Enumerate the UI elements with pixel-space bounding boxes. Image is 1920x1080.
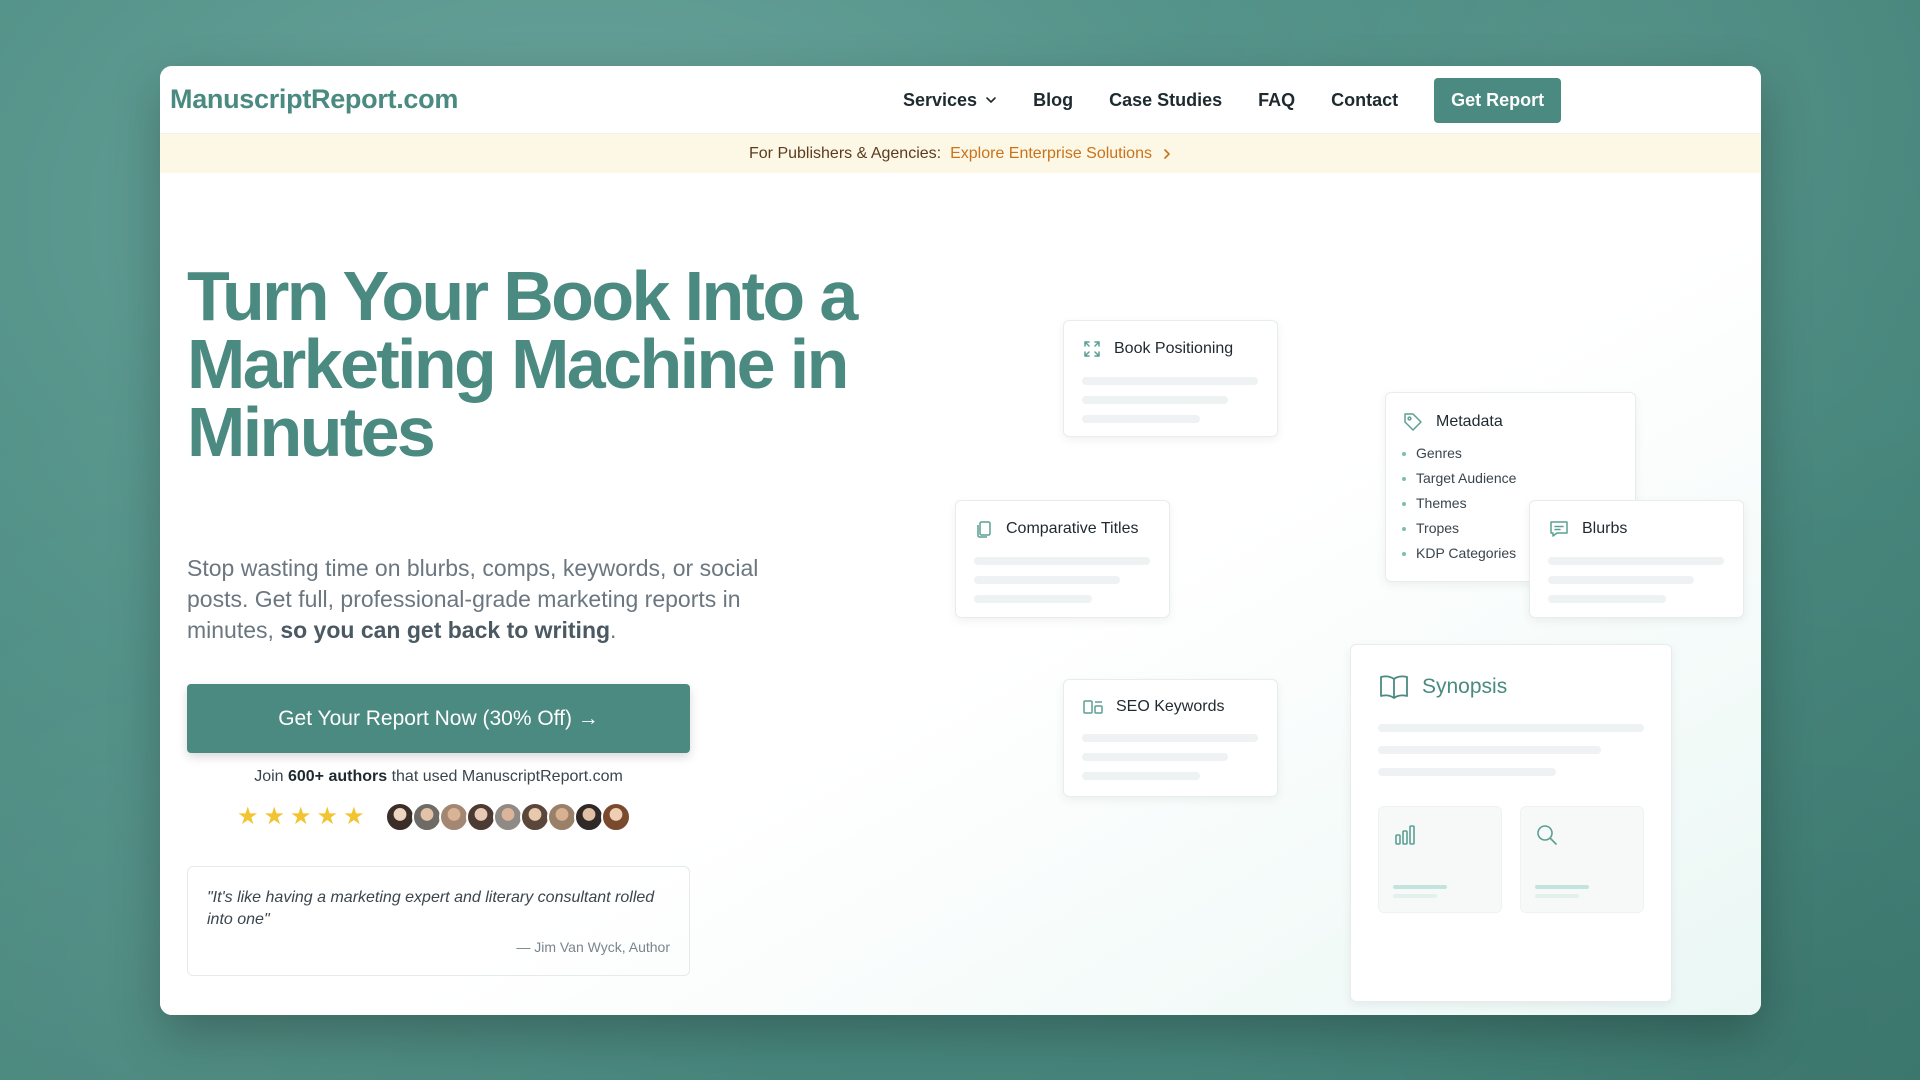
book-positioning-header: Book Positioning <box>1082 339 1259 359</box>
placeholder-line <box>1082 415 1200 423</box>
hero-subtext-end: . <box>610 617 617 643</box>
enterprise-banner: For Publishers & Agencies: Explore Enter… <box>160 134 1761 173</box>
hero-section: Turn Your Book Into a Marketing Machine … <box>160 173 1761 1015</box>
enterprise-solutions-link[interactable]: Explore Enterprise Solutions <box>950 145 1172 163</box>
avatar <box>574 802 604 832</box>
synopsis-header: Synopsis <box>1378 673 1644 701</box>
placeholder-line <box>1548 557 1724 565</box>
placeholder-line <box>1548 576 1694 584</box>
placeholder-line <box>1082 377 1258 385</box>
book-positioning-card: Book Positioning <box>1063 320 1278 437</box>
star-icon: ★ <box>343 803 365 830</box>
author-avatars <box>385 802 631 832</box>
testimonial-author: — Jim Van Wyck, Author <box>516 939 670 955</box>
tag-icon <box>1404 413 1422 431</box>
join-suffix: that used ManuscriptReport.com <box>387 768 623 785</box>
placeholder-bar <box>1535 885 1589 889</box>
get-your-report-button[interactable]: Get Your Report Now (30% Off) → <box>187 684 690 753</box>
copy-icon <box>977 521 991 538</box>
metadata-item: Target Audience <box>1402 466 1619 491</box>
join-count: 600+ authors <box>287 768 388 785</box>
placeholder-line <box>1082 396 1228 404</box>
layout-icon <box>1083 700 1103 714</box>
metadata-header: Metadata <box>1402 411 1619 433</box>
blurbs-title: Blurbs <box>1582 520 1628 537</box>
nav-blog[interactable]: Blog <box>1033 90 1073 111</box>
avatar <box>412 802 442 832</box>
browser-window: ManuscriptReport.com Services Blog Case … <box>160 66 1761 1015</box>
hero-subtext: Stop wasting time on blurbs, comps, keyw… <box>187 553 797 646</box>
synopsis-card: Synopsis <box>1350 644 1672 1002</box>
nav-links: Services Blog Case Studies FAQ Contact G… <box>903 66 1562 134</box>
comparative-titles-header: Comparative Titles <box>974 519 1151 539</box>
nav-services[interactable]: Services <box>903 90 997 111</box>
testimonial-card: "It's like having a marketing expert and… <box>187 866 690 976</box>
nav-services-label: Services <box>903 89 978 110</box>
metadata-title: Metadata <box>1436 413 1503 430</box>
star-icon: ★ <box>290 803 312 830</box>
nav-contact[interactable]: Contact <box>1331 90 1398 111</box>
avatar <box>493 802 523 832</box>
avatar <box>439 802 469 832</box>
top-navigation: ManuscriptReport.com Services Blog Case … <box>160 66 1761 134</box>
banner-prefix: For Publishers & Agencies: <box>749 144 942 162</box>
chevron-right-icon <box>1164 148 1170 159</box>
placeholder-bar <box>1393 885 1447 889</box>
synopsis-tile-chart <box>1378 806 1502 913</box>
star-icon: ★ <box>316 803 339 830</box>
get-report-button[interactable]: Get Report <box>1434 77 1562 123</box>
nav-faq[interactable]: FAQ <box>1258 90 1295 111</box>
banner-link-label: Explore Enterprise Solutions <box>950 144 1152 162</box>
book-positioning-title: Book Positioning <box>1114 340 1234 357</box>
placeholder-bar <box>1393 894 1437 898</box>
avatar <box>601 802 631 832</box>
nav-case-studies[interactable]: Case Studies <box>1109 90 1222 111</box>
bar-chart-icon <box>1395 825 1415 845</box>
expand-icon <box>1084 341 1100 357</box>
placeholder-line <box>1082 753 1228 761</box>
avatar <box>466 802 496 832</box>
site-logo[interactable]: ManuscriptReport.com <box>170 84 458 115</box>
chevron-down-icon <box>986 97 996 103</box>
join-prefix: Join <box>254 768 288 785</box>
message-icon <box>1550 521 1568 537</box>
placeholder-line <box>1082 734 1258 742</box>
comparative-titles-title: Comparative Titles <box>1006 520 1139 537</box>
open-book-icon <box>1380 675 1408 699</box>
social-proof-text: Join 600+ authors that used ManuscriptRe… <box>187 768 690 786</box>
blurbs-header: Blurbs <box>1548 519 1725 539</box>
rating-stars: ★ ★ ★ ★ ★ <box>237 805 370 829</box>
synopsis-tile-search <box>1520 806 1644 913</box>
placeholder-line <box>1548 595 1666 603</box>
seo-keywords-card: SEO Keywords <box>1063 679 1278 797</box>
avatar <box>385 802 415 832</box>
cta-label: Get Your Report Now (30% Off) → <box>278 706 599 730</box>
avatar <box>520 802 550 832</box>
hero-subtext-bold: so you can get back to writing <box>280 617 611 643</box>
search-icon <box>1537 825 1557 845</box>
placeholder-line <box>974 576 1120 584</box>
seo-keywords-header: SEO Keywords <box>1082 698 1259 716</box>
synopsis-title: Synopsis <box>1422 675 1508 698</box>
placeholder-line <box>974 595 1092 603</box>
testimonial-quote: "It's like having a marketing expert and… <box>207 889 655 928</box>
hero-headline: Turn Your Book Into a Marketing Machine … <box>187 257 858 471</box>
placeholder-line <box>1378 724 1644 732</box>
avatar <box>547 802 577 832</box>
blurbs-card: Blurbs <box>1529 500 1744 618</box>
placeholder-line <box>1378 746 1601 754</box>
metadata-item: Genres <box>1402 441 1619 466</box>
placeholder-line <box>1082 772 1200 780</box>
placeholder-bar <box>1535 894 1579 898</box>
comparative-titles-card: Comparative Titles <box>955 500 1170 618</box>
seo-keywords-title: SEO Keywords <box>1116 698 1225 715</box>
placeholder-line <box>974 557 1150 565</box>
star-icon: ★ <box>237 803 259 830</box>
placeholder-line <box>1378 768 1556 776</box>
star-icon: ★ <box>263 803 286 830</box>
